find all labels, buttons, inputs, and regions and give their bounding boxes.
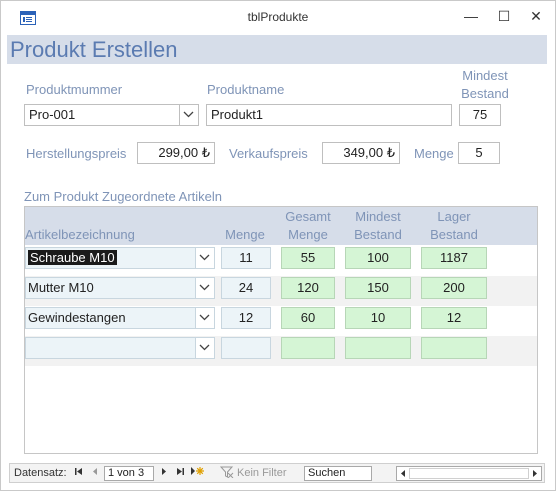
- artikel-dropdown-button[interactable]: [195, 338, 214, 358]
- col-lager-bestand-line2: Bestand: [430, 227, 478, 242]
- produktnummer-value: Pro-001: [29, 107, 76, 122]
- scroll-right-icon[interactable]: [532, 469, 538, 478]
- produktnummer-dropdown-button[interactable]: [179, 105, 198, 125]
- maximize-button[interactable]: ☐: [494, 7, 514, 25]
- mindest-bestand-value: 75: [472, 107, 488, 122]
- menge-cell[interactable]: 24: [221, 277, 271, 299]
- filter-status[interactable]: Kein Filter: [237, 466, 287, 481]
- col-artikelbezeichnung: Artikelbezeichnung: [25, 227, 135, 242]
- mindest-bestand-label: Mindest Bestand: [455, 67, 515, 103]
- record-position-field[interactable]: 1 von 3: [104, 466, 154, 481]
- subform-header: Artikelbezeichnung Menge Gesamt Menge Mi…: [25, 207, 537, 245]
- new-record-icon[interactable]: [190, 466, 204, 481]
- mindest-bestand-cell[interactable]: 150: [345, 277, 411, 299]
- artikel-subform[interactable]: Artikelbezeichnung Menge Gesamt Menge Mi…: [24, 206, 538, 454]
- minimize-button[interactable]: —: [461, 7, 481, 25]
- col-mindest-bestand: Mindest Bestand: [345, 208, 411, 244]
- record-label: Datensatz:: [14, 467, 67, 479]
- mindest-bestand-field[interactable]: 75: [459, 104, 501, 126]
- artikel-combo[interactable]: Schraube M10: [25, 247, 215, 269]
- menge-cell[interactable]: [221, 337, 271, 359]
- artikel-value: Gewindestangen: [28, 310, 126, 325]
- scroll-thumb[interactable]: [409, 468, 529, 479]
- menge-value: 5: [475, 145, 483, 160]
- last-record-icon[interactable]: [176, 466, 184, 481]
- col-mindest-bestand-line1: Mindest: [355, 209, 401, 224]
- chevron-down-icon: [183, 111, 194, 118]
- col-menge: Menge: [225, 227, 265, 242]
- horizontal-scrollbar[interactable]: [396, 466, 542, 481]
- mindest-bestand-label-line2: Bestand: [461, 86, 509, 101]
- search-input[interactable]: Suchen: [304, 466, 372, 481]
- lager-bestand-cell[interactable]: 12: [421, 307, 487, 329]
- gesamt-menge-cell[interactable]: 60: [281, 307, 335, 329]
- herstellungspreis-label: Herstellungspreis: [26, 146, 127, 161]
- artikel-dropdown-button[interactable]: [195, 308, 214, 328]
- lager-bestand-cell[interactable]: [421, 337, 487, 359]
- gesamt-menge-cell[interactable]: 55: [281, 247, 335, 269]
- subform-caption: Zum Produkt Zugeordnete Artikeln: [24, 189, 222, 204]
- previous-record-icon[interactable]: [92, 466, 98, 481]
- title-bar: tblProdukte — ☐ ✕: [1, 1, 555, 31]
- col-lager-bestand: Lager Bestand: [421, 208, 487, 244]
- artikel-dropdown-button[interactable]: [195, 248, 214, 268]
- menge-field[interactable]: 5: [458, 142, 500, 164]
- filter-icon[interactable]: [219, 466, 234, 481]
- first-record-icon[interactable]: [75, 466, 83, 481]
- mindest-bestand-cell[interactable]: 100: [345, 247, 411, 269]
- verkaufspreis-label: Verkaufspreis: [229, 146, 308, 161]
- artikel-value: Mutter M10: [28, 280, 94, 295]
- mindest-bestand-cell[interactable]: [345, 337, 411, 359]
- herstellungspreis-value: 299,00 ₺: [158, 145, 210, 160]
- artikel-value: Schraube M10: [28, 250, 117, 265]
- produktnummer-label: Produktmummer: [26, 82, 123, 97]
- close-button[interactable]: ✕: [526, 7, 546, 25]
- mindest-bestand-cell[interactable]: 10: [345, 307, 411, 329]
- page-title: Produkt Erstellen: [10, 37, 178, 62]
- record-navigation-bar: Datensatz: 1 von 3 Kein Filter Suchen: [9, 463, 545, 483]
- lager-bestand-cell[interactable]: 200: [421, 277, 487, 299]
- mindest-bestand-label-line1: Mindest: [462, 68, 508, 83]
- verkaufspreis-value: 349,00 ₺: [343, 145, 395, 160]
- menge-cell[interactable]: 12: [221, 307, 271, 329]
- col-gesamt-menge-line2: Menge: [288, 227, 328, 242]
- gesamt-menge-cell[interactable]: 120: [281, 277, 335, 299]
- artikel-combo[interactable]: Gewindestangen: [25, 307, 215, 329]
- next-record-icon[interactable]: [161, 466, 167, 481]
- artikel-combo[interactable]: Mutter M10: [25, 277, 215, 299]
- herstellungspreis-field[interactable]: 299,00 ₺: [137, 142, 215, 164]
- form-header: Produkt Erstellen: [7, 35, 547, 64]
- lager-bestand-cell[interactable]: 1187: [421, 247, 487, 269]
- menge-cell[interactable]: 11: [221, 247, 271, 269]
- col-gesamt-menge: Gesamt Menge: [281, 208, 335, 244]
- chevron-down-icon: [199, 344, 210, 351]
- produktnummer-combo[interactable]: Pro-001: [24, 104, 199, 126]
- col-lager-bestand-line1: Lager: [437, 209, 471, 224]
- gesamt-menge-cell[interactable]: [281, 337, 335, 359]
- artikel-combo-new[interactable]: [25, 337, 215, 359]
- produktname-field[interactable]: Produkt1: [206, 104, 452, 126]
- chevron-down-icon: [199, 314, 210, 321]
- produktname-value: Produkt1: [211, 107, 264, 122]
- verkaufspreis-field[interactable]: 349,00 ₺: [322, 142, 400, 164]
- produktname-label: Produktname: [207, 82, 285, 97]
- col-mindest-bestand-line2: Bestand: [354, 227, 402, 242]
- chevron-down-icon: [199, 284, 210, 291]
- artikel-dropdown-button[interactable]: [195, 278, 214, 298]
- scroll-left-icon[interactable]: [400, 469, 406, 478]
- chevron-down-icon: [199, 254, 210, 261]
- menge-label: Menge: [414, 146, 454, 161]
- col-gesamt-menge-line1: Gesamt: [285, 209, 331, 224]
